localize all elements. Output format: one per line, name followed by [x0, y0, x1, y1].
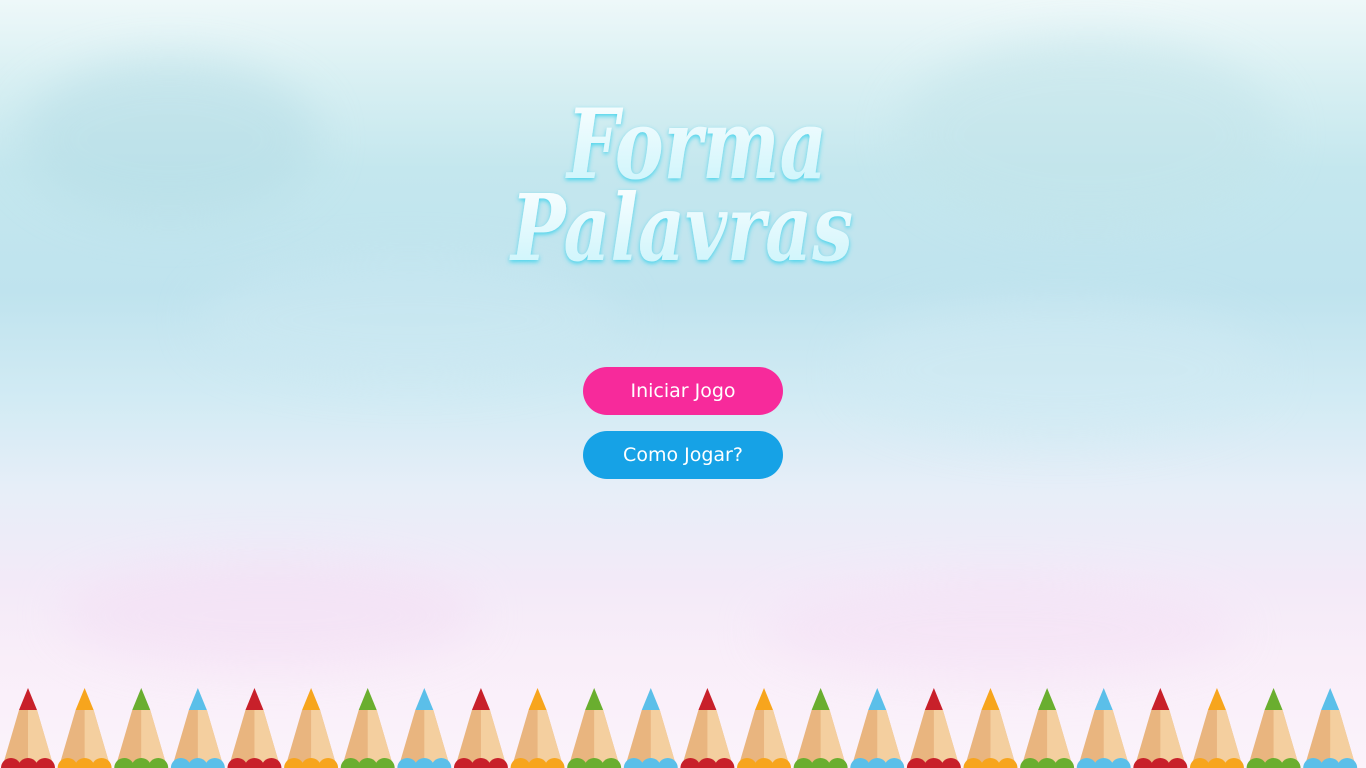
pencil-icon	[623, 688, 678, 768]
pencil-icon	[850, 688, 905, 768]
pencil-icon	[1246, 688, 1301, 768]
pencil-icon	[1076, 688, 1131, 768]
pencil-icon	[1303, 688, 1358, 768]
pencil-icon	[284, 688, 339, 768]
pencil-icon	[567, 688, 622, 768]
pencil-icon	[227, 688, 282, 768]
pencil-icon	[963, 688, 1018, 768]
pencil-icon	[397, 688, 452, 768]
pencil-icon	[1020, 688, 1075, 768]
start-game-button[interactable]: Iniciar Jogo	[583, 367, 783, 415]
pencil-icon	[1133, 688, 1188, 768]
how-to-play-button[interactable]: Como Jogar?	[583, 431, 783, 479]
pencil-icon	[1, 688, 55, 768]
pencil-icon	[57, 688, 112, 768]
pencil-icon	[340, 688, 395, 768]
pencil-icon	[1189, 688, 1244, 768]
pencil-icon	[680, 688, 735, 768]
logo-line-2: Palavras	[509, 174, 853, 282]
pencil-icon	[510, 688, 565, 768]
pencil-icon	[793, 688, 848, 768]
pencil-icon	[453, 688, 508, 768]
pencil-icon	[170, 688, 225, 768]
pencil-icon	[737, 688, 792, 768]
game-logo: Forma Palavras	[505, 70, 865, 285]
colored-pencils-row-icon	[0, 686, 1366, 768]
pencil-icon	[114, 688, 169, 768]
pencil-icon	[906, 688, 961, 768]
